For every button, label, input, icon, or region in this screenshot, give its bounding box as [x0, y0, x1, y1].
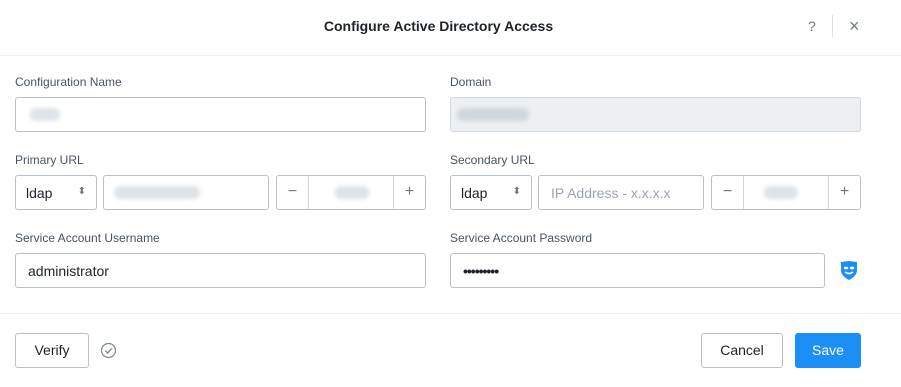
dialog-header: Configure Active Directory Access ? ×: [0, 0, 901, 56]
primary-url-label: Primary URL: [15, 153, 84, 167]
service-account-password-input[interactable]: •••••••••: [450, 253, 825, 288]
help-icon[interactable]: ?: [808, 18, 816, 34]
secondary-port-increment-button[interactable]: +: [828, 176, 860, 209]
redacted-value: [114, 186, 200, 199]
dialog-title: Configure Active Directory Access: [323, 18, 554, 34]
verify-button[interactable]: Verify: [15, 333, 89, 368]
secondary-port-stepper[interactable]: − +: [711, 175, 861, 210]
secondary-address-placeholder: IP Address - x.x.x.x: [551, 185, 671, 201]
primary-protocol-value: ldap: [26, 185, 53, 201]
service-account-password-label: Service Account Password: [450, 231, 593, 245]
domain-input: [450, 97, 861, 132]
configuration-name-label: Configuration Name: [15, 75, 122, 89]
footer-divider: [0, 313, 901, 314]
configure-ad-dialog: Configure Active Directory Access ? × Co…: [0, 0, 901, 387]
service-account-username-input[interactable]: administrator: [15, 253, 426, 288]
redacted-value: [335, 186, 369, 199]
updown-caret-icon: ⬍: [77, 186, 86, 197]
secondary-port-decrement-button[interactable]: −: [712, 176, 744, 209]
username-value: administrator: [28, 263, 109, 279]
cancel-button[interactable]: Cancel: [701, 333, 783, 368]
secondary-url-label: Secondary URL: [450, 153, 535, 167]
domain-label: Domain: [450, 75, 492, 89]
header-separator: [832, 15, 833, 37]
redacted-value: [764, 186, 798, 199]
primary-port-decrement-button[interactable]: −: [277, 176, 309, 209]
updown-caret-icon: ⬍: [512, 186, 521, 197]
primary-port-increment-button[interactable]: +: [393, 176, 425, 209]
redacted-value: [457, 108, 529, 121]
primary-address-input[interactable]: [103, 175, 269, 210]
service-account-username-label: Service Account Username: [15, 231, 160, 245]
save-button[interactable]: Save: [795, 333, 861, 368]
eye-mask-icon[interactable]: [838, 259, 860, 281]
configuration-name-input[interactable]: [15, 97, 426, 132]
secondary-protocol-value: ldap: [461, 185, 488, 201]
secondary-address-input[interactable]: IP Address - x.x.x.x: [538, 175, 704, 210]
close-icon[interactable]: ×: [849, 15, 860, 37]
check-circle-icon: [100, 342, 117, 359]
primary-port-stepper[interactable]: − +: [276, 175, 426, 210]
password-value: •••••••••: [463, 263, 499, 279]
secondary-protocol-select[interactable]: ldap ⬍: [450, 175, 532, 210]
redacted-value: [30, 108, 60, 121]
primary-protocol-select[interactable]: ldap ⬍: [15, 175, 97, 210]
